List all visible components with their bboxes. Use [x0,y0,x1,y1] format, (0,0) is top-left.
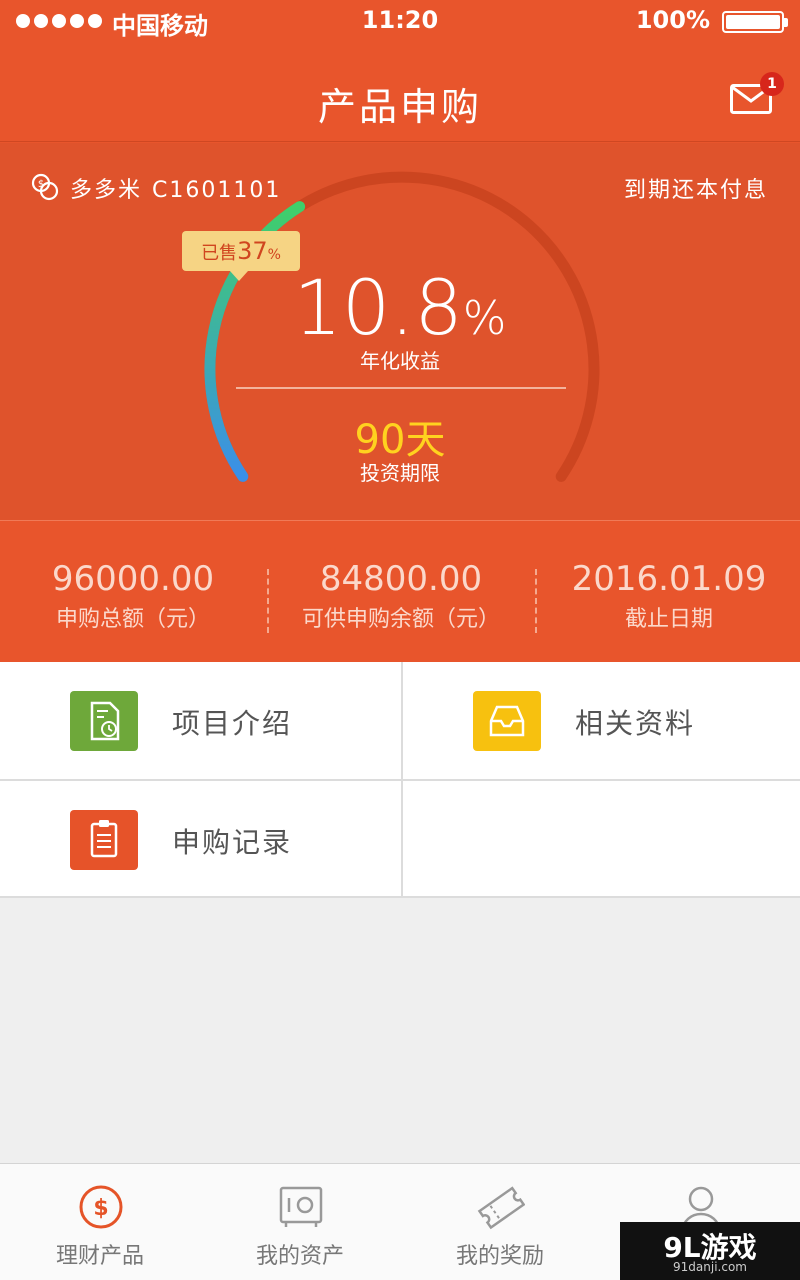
status-bar: 中国移动 11:20 100% [0,0,800,44]
battery-icon [722,11,788,33]
grid-divider [401,662,403,898]
menu-icon-tile [70,691,138,751]
rate-unit: % [462,291,507,345]
ticket-icon [477,1186,525,1230]
rate-value: 10.8 [293,263,463,352]
clipboard-icon [90,820,118,858]
tab-rewards[interactable]: 我的奖励 [400,1164,600,1280]
header-area: 中国移动 11:20 100% 产品申购 1 $ 多多米 C1601101 到期还… [0,0,800,662]
stat-label: 截止日期 [624,607,713,632]
stat-label: 申购总额（元） [55,607,210,632]
stat-deadline: 2016.01.09 截止日期 [536,521,800,663]
page-title: 产品申购 [317,85,482,129]
battery-percent: 100% [635,6,710,34]
stats-row: 96000.00 申购总额（元） 84800.00 可供申购余额（元） 2016… [0,520,800,662]
sold-unit: % [267,247,281,263]
product-summary: $ 多多米 C1601101 到期还本付息 已售37% 10.8% 年化收益 90… [0,143,800,520]
watermark-url: 91danji.com [673,1260,747,1274]
sold-value: 37 [237,237,268,265]
dollar-circle-icon: $ [79,1185,123,1229]
menu-icon-tile [70,810,138,870]
menu-label: 相关资料 [575,707,696,740]
tab-label: 我的资产 [255,1244,344,1269]
stat-available-amount: 84800.00 可供申购余额（元） [268,521,534,663]
svg-text:$: $ [93,1196,108,1221]
stat-label: 可供申购余额（元） [301,607,500,632]
unread-badge: 1 [760,72,784,96]
stat-value: 84800.00 [319,559,483,599]
menu-label: 申购记录 [172,826,293,859]
tab-products[interactable]: $ 理财产品 [0,1164,200,1280]
menu-item-project-intro[interactable]: 项目介绍 [0,662,401,779]
safe-icon [279,1186,323,1227]
site-watermark: 9L游戏 91danji.com [620,1222,800,1280]
grid-divider [0,896,800,898]
divider [236,387,566,389]
tab-label: 我的奖励 [455,1244,544,1269]
tab-label: 理财产品 [55,1244,144,1269]
sold-prefix: 已售 [201,243,238,264]
stat-value: 2016.01.09 [571,559,767,599]
document-clock-icon [90,701,120,741]
grid-divider [0,779,800,781]
tab-assets[interactable]: 我的资产 [200,1164,400,1280]
annual-rate: 10.8% [0,263,800,352]
menu-item-purchase-records[interactable]: 申购记录 [0,781,401,898]
menu-icon-tile [473,691,541,751]
term-label: 投资期限 [360,461,440,485]
nav-bar: 产品申购 1 [0,44,800,142]
menu-item-related-docs[interactable]: 相关资料 [403,662,800,779]
menu-label: 项目介绍 [172,707,293,740]
rate-label: 年化收益 [360,349,440,373]
stat-total-amount: 96000.00 申购总额（元） [0,521,266,663]
inbox-tray-icon [489,705,525,737]
menu-empty-cell [403,781,800,898]
product-menu: 项目介绍 相关资料 申购记录 [0,662,800,898]
stat-value: 96000.00 [51,559,215,599]
